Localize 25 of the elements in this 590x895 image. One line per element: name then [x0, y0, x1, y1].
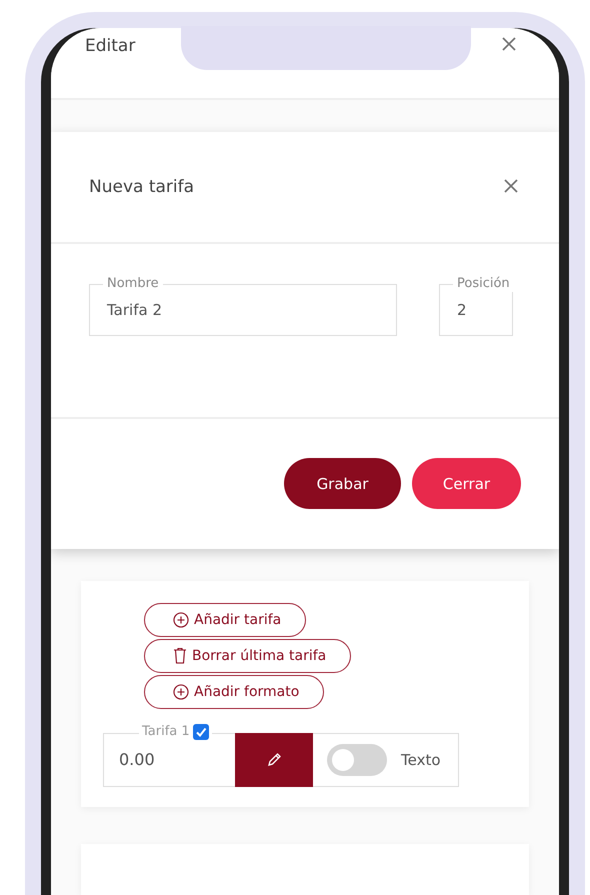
edit-button[interactable]: [235, 732, 313, 787]
close-icon: [503, 178, 519, 194]
text-field[interactable]: Posición 2: [439, 274, 513, 336]
plus-circle-icon: [173, 612, 189, 628]
action-button[interactable]: Borrar última tarifa: [144, 638, 352, 673]
value-field[interactable]: Tarifa 1 0.00: [103, 722, 235, 787]
page-title: Editar: [85, 36, 136, 56]
field-value: Tarifa 2: [107, 300, 162, 319]
close-dialog-button[interactable]: Cerrar: [412, 458, 521, 510]
close-icon: [501, 36, 517, 52]
action-button[interactable]: Añadir formato: [144, 674, 324, 709]
action-button[interactable]: Añadir tarifa: [144, 602, 306, 637]
field-label: Posición: [453, 274, 514, 292]
trash-icon: [173, 647, 187, 664]
field-label: Tarifa 1: [142, 724, 190, 740]
dialog-title: Nueva tarifa: [89, 176, 194, 197]
field-value: 0.00: [119, 750, 155, 770]
pencil-icon: [266, 752, 282, 768]
plus-circle-icon: [173, 684, 189, 700]
checkbox[interactable]: [192, 724, 209, 740]
save-button[interactable]: Grabar: [284, 458, 401, 510]
toggle-switch[interactable]: [327, 744, 387, 776]
toggle-label: Texto: [401, 750, 441, 769]
field-value: 2: [457, 300, 467, 319]
text-field[interactable]: Nombre Tarifa 2: [89, 274, 397, 336]
